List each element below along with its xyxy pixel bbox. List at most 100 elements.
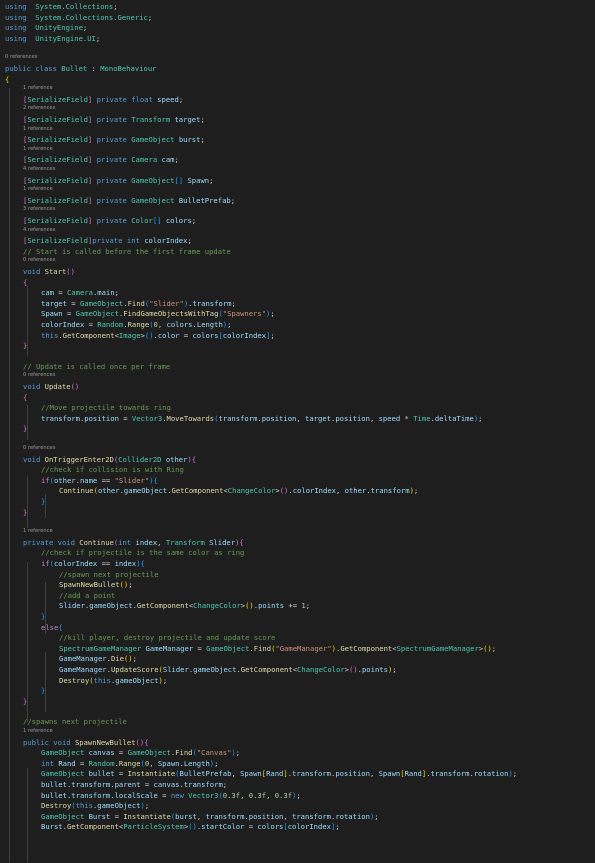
code-token: // Start is called before the first fram… <box>23 246 231 256</box>
code-token: ; <box>187 236 192 246</box>
code-line: GameManager.UpdateScore(Slider.gameObjec… <box>59 664 397 675</box>
code-token: , <box>296 413 306 423</box>
code-token: System.Collections.Generic <box>35 12 148 22</box>
code-token: main <box>97 288 115 298</box>
code-token: Collider2D <box>118 454 162 464</box>
code-token: } <box>23 424 28 434</box>
code-token: void <box>53 737 71 747</box>
code-line: Burst.GetComponent<ParticleSystem>().sta… <box>41 821 340 832</box>
code-token: colorIndex <box>41 320 85 329</box>
code-token: SerializeField <box>27 175 88 185</box>
codelens-references[interactable]: 1 reference <box>23 145 53 154</box>
codelens-references[interactable]: 1 reference <box>23 185 53 194</box>
code-line: [SerializeField] private GameObject burs… <box>23 134 205 145</box>
code-token: float <box>131 94 153 104</box>
code-line: bullet.transform.localScale = new Vector… <box>41 790 301 801</box>
code-line: colorIndex = Random.Range(0, colors.Leng… <box>41 319 231 330</box>
code-token: ; <box>147 12 153 22</box>
code-token: } <box>41 612 46 621</box>
codelens-references[interactable]: 4 references <box>23 226 55 235</box>
codelens-references[interactable]: 0 references <box>23 256 55 265</box>
codelens-references[interactable]: 0 references <box>23 371 55 380</box>
code-token: MonoBehaviour <box>100 64 157 73</box>
code-token: ; <box>270 330 275 340</box>
code-token: = <box>75 758 89 768</box>
code-token: SpectrumGameManager <box>59 643 142 653</box>
code-token: Destroy <box>41 801 72 811</box>
code-token: , <box>266 790 275 800</box>
codelens-references[interactable]: 1 reference <box>23 84 53 93</box>
codelens-references[interactable]: 1 reference <box>23 527 53 536</box>
code-token: () <box>119 580 129 590</box>
codelens-references[interactable]: 2 references <box>23 104 55 113</box>
code-line: void Update() <box>23 381 79 392</box>
code-token: gameObject <box>115 675 159 685</box>
code-token: GameObject <box>41 769 85 779</box>
code-token: = <box>114 748 128 758</box>
codelens-references[interactable]: 1 reference <box>23 727 53 736</box>
code-token: position <box>335 413 370 423</box>
code-token: = <box>157 790 171 800</box>
code-token: == <box>97 559 115 568</box>
code-line: } <box>41 611 45 622</box>
code-token: transform <box>205 811 245 821</box>
code-token: () <box>245 601 254 611</box>
code-token: transform <box>71 780 111 789</box>
code-line: //spawns next projectile <box>23 716 127 727</box>
code-token: using <box>5 23 27 33</box>
codelens-references[interactable]: 0 references <box>5 53 37 62</box>
code-token: colors <box>257 822 284 832</box>
code-token: bullet <box>88 769 115 779</box>
code-token: Transform <box>131 115 171 124</box>
code-token: other <box>165 454 188 464</box>
code-token: Start <box>44 267 67 276</box>
code-token: { <box>23 277 28 287</box>
code-line: if(other.name == "Slider"){ <box>41 475 158 486</box>
code-token: Find <box>127 298 145 308</box>
code-token: this <box>41 330 59 340</box>
code-token: ; <box>227 320 232 329</box>
code-token: ; <box>144 801 150 811</box>
code-line: target = GameObject.Find("Slider").trans… <box>41 298 236 309</box>
code-token: burst <box>178 135 201 145</box>
code-token: gameObject <box>193 665 237 674</box>
code-token: points <box>258 601 285 611</box>
code-token: startColor <box>201 822 245 832</box>
code-line: } <box>23 423 27 434</box>
code-token: Instantiate <box>123 811 171 821</box>
code-token: , <box>240 790 249 800</box>
code-token: Update <box>44 382 71 391</box>
code-token: Rand <box>266 769 284 779</box>
code-line: //add a point <box>59 590 115 601</box>
code-token: transform <box>430 769 470 779</box>
code-token: = <box>66 298 80 308</box>
code-token: Destroy <box>59 675 90 685</box>
code-token: private <box>96 115 127 124</box>
code-line: [SerializeField]private int colorIndex; <box>23 235 192 246</box>
codelens-references[interactable]: 4 references <box>23 165 55 174</box>
code-token: ChangeColor <box>297 665 345 674</box>
codelens-references[interactable]: 1 reference <box>23 125 53 134</box>
code-token: ; <box>200 135 205 145</box>
code-line: [SerializeField] private Camera cam; <box>23 154 179 165</box>
codelens-references[interactable]: 3 references <box>23 205 55 214</box>
code-token: GetComponent <box>62 330 115 340</box>
code-token: ; <box>491 643 497 653</box>
code-token: [] <box>152 216 162 225</box>
code-token: int <box>126 236 140 246</box>
code-token: GameObject <box>131 195 175 205</box>
code-token: Bullet <box>61 64 88 73</box>
code-token: colors <box>166 320 193 329</box>
code-editor[interactable]: using System.Collections; using System.Co… <box>0 0 595 863</box>
code-token: using <box>5 33 27 43</box>
codelens-references[interactable]: 0 references <box>23 444 55 453</box>
code-token: } <box>41 686 46 696</box>
code-token: () <box>483 643 492 653</box>
code-line: // Update is called once per frame <box>23 361 170 372</box>
code-token: Range <box>118 758 141 768</box>
code-token: () <box>123 654 133 664</box>
code-token: ; <box>335 822 340 832</box>
code-token: Die <box>110 654 124 664</box>
code-token: () <box>144 330 154 340</box>
